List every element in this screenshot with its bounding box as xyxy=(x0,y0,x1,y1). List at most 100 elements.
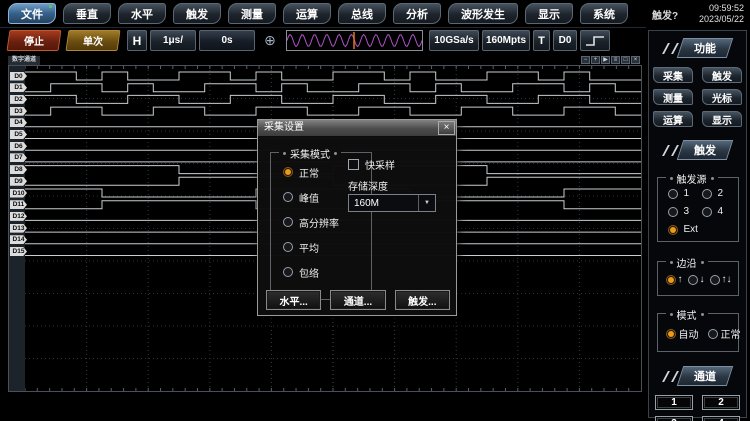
trigger-source-option-Ext[interactable]: Ext xyxy=(668,224,738,235)
radio-icon[interactable] xyxy=(283,192,293,202)
trace-D0 xyxy=(25,72,641,80)
fast-sample-checkbox[interactable] xyxy=(348,159,359,170)
window-controls: −+▶≡□× xyxy=(581,56,640,64)
slashes-icon xyxy=(662,145,679,156)
edge-option-2[interactable]: ↑↓ xyxy=(710,274,732,285)
trace-D2 xyxy=(25,95,641,103)
fast-sample-checkbox-row[interactable]: 快采样 xyxy=(348,157,395,172)
trigger-source-option-2-label: 2 xyxy=(718,188,724,199)
radio-icon[interactable] xyxy=(283,167,293,177)
zoom-icon[interactable]: ⊕ xyxy=(260,30,280,51)
radio-icon[interactable] xyxy=(668,225,678,235)
trigger-key-button[interactable]: T xyxy=(533,30,550,51)
edge-group-label: 边沿 xyxy=(666,255,708,270)
channel-button-1[interactable]: 1 xyxy=(655,395,693,410)
menu-item-6[interactable]: 总线 xyxy=(338,3,386,24)
radio-icon[interactable] xyxy=(666,329,676,339)
radio-icon[interactable] xyxy=(702,189,712,199)
trigger-source-option-4[interactable]: 4 xyxy=(702,206,736,217)
waveform-preview[interactable] xyxy=(286,30,423,51)
menu-item-7[interactable]: 分析 xyxy=(393,3,441,24)
channel-button-3[interactable]: 3 xyxy=(655,416,693,421)
sample-rate-button[interactable]: 10GSa/s xyxy=(429,30,479,51)
function-button-4[interactable]: 运算 xyxy=(653,111,693,127)
function-button-2[interactable]: 测量 xyxy=(653,89,693,105)
menu-item-5[interactable]: 运算 xyxy=(283,3,331,24)
menu-item-10[interactable]: 系统 xyxy=(580,3,628,24)
close-icon[interactable]: × xyxy=(438,121,455,135)
trigger-source-option-2[interactable]: 2 xyxy=(702,188,736,199)
radio-icon[interactable] xyxy=(283,242,293,252)
fast-sample-label: 快采样 xyxy=(365,157,395,172)
menu-item-3[interactable]: 触发 xyxy=(173,3,221,24)
single-button[interactable]: 单次 xyxy=(66,30,121,51)
menu-item-8[interactable]: 波形发生 xyxy=(448,3,518,24)
window-control-icon-0[interactable]: − xyxy=(581,56,590,64)
trigger-source-button[interactable]: D0 xyxy=(553,30,577,51)
active-led-icon xyxy=(49,5,52,8)
acquisition-settings-dialog: 采集设置 × 采集模式 正常峰值高分辨率平均包络 快采样 存储深度 160M ▼… xyxy=(257,119,457,316)
horizontal-key-button[interactable]: H xyxy=(127,30,147,51)
function-button-grid: 采集触发测量光标运算显示 xyxy=(653,67,742,127)
trigger-source-option-1[interactable]: 1 xyxy=(668,188,702,199)
function-button-5[interactable]: 显示 xyxy=(702,111,742,127)
memory-depth-button[interactable]: 160Mpts xyxy=(482,30,530,51)
trigger-mode-options: 自动正常 xyxy=(666,326,738,341)
stop-button[interactable]: 停止 xyxy=(7,30,62,51)
preview-sine-trace xyxy=(287,31,422,50)
menu-item-1[interactable]: 垂直 xyxy=(63,3,111,24)
dialog-title[interactable]: 采集设置 xyxy=(258,120,456,136)
function-button-0[interactable]: 采集 xyxy=(653,67,693,83)
trigger-edge-icon[interactable] xyxy=(580,30,610,51)
radio-icon[interactable] xyxy=(666,275,676,285)
trigger-source-option-3-label: 3 xyxy=(684,206,690,217)
radio-icon[interactable] xyxy=(702,207,712,217)
trigger-mode-option-1[interactable]: 正常 xyxy=(708,326,741,341)
menu-item-2[interactable]: 水平 xyxy=(118,3,166,24)
radio-icon[interactable] xyxy=(688,275,698,285)
trigger-source-option-3[interactable]: 3 xyxy=(668,206,702,217)
dialog-footer-button-2[interactable]: 触发... xyxy=(395,290,450,310)
mode-option-3[interactable]: 平均 xyxy=(283,241,371,253)
window-control-icon-3[interactable]: ≡ xyxy=(611,56,620,64)
chevron-down-icon: ▼ xyxy=(418,195,435,211)
memory-depth-label: 存储深度 xyxy=(348,178,388,193)
acquisition-mode-group-label: 采集模式 xyxy=(279,146,341,161)
mode-option-1-label: 峰值 xyxy=(299,190,319,205)
trigger-mode-option-0[interactable]: 自动 xyxy=(666,326,699,341)
channel-button-2[interactable]: 2 xyxy=(702,395,740,410)
radio-icon[interactable] xyxy=(283,217,293,227)
slashes-icon xyxy=(662,371,679,382)
trigger-section-button[interactable]: 触发 xyxy=(677,140,733,160)
edge-option-0[interactable]: ↑ xyxy=(666,274,683,285)
mode-option-4[interactable]: 包络 xyxy=(283,266,371,278)
radio-icon[interactable] xyxy=(708,329,718,339)
radio-icon[interactable] xyxy=(668,189,678,199)
trigger-mode-group: 模式 自动正常 xyxy=(657,313,739,352)
window-control-icon-2[interactable]: ▶ xyxy=(601,56,610,64)
oscilloscope-screen: 文件垂直水平触发测量运算总线分析波形发生显示系统 触发? 09:59:52 20… xyxy=(0,0,750,421)
menu-item-0[interactable]: 文件 xyxy=(8,3,56,24)
function-button-3[interactable]: 光标 xyxy=(702,89,742,105)
menu-item-4[interactable]: 测量 xyxy=(228,3,276,24)
mode-option-2[interactable]: 高分辨率 xyxy=(283,216,371,228)
window-control-icon-5[interactable]: × xyxy=(631,56,640,64)
dialog-footer-button-0[interactable]: 水平... xyxy=(266,290,321,310)
menu-item-9[interactable]: 显示 xyxy=(525,3,573,24)
memory-depth-dropdown[interactable]: 160M ▼ xyxy=(348,194,436,212)
radio-icon[interactable] xyxy=(283,267,293,277)
radio-icon[interactable] xyxy=(668,207,678,217)
channel-section-button[interactable]: 通道 xyxy=(677,366,733,386)
function-section-button[interactable]: 功能 xyxy=(677,38,733,58)
window-control-icon-1[interactable]: + xyxy=(591,56,600,64)
acquisition-mode-group: 采集模式 正常峰值高分辨率平均包络 xyxy=(270,152,372,300)
rising-edge-icon xyxy=(584,34,606,48)
timebase-button[interactable]: 1μs/ xyxy=(150,30,196,51)
window-control-icon-4[interactable]: □ xyxy=(621,56,630,64)
channel-button-4[interactable]: 4 xyxy=(702,416,740,421)
radio-icon[interactable] xyxy=(710,275,720,285)
function-button-1[interactable]: 触发 xyxy=(702,67,742,83)
dialog-footer-button-1[interactable]: 通道... xyxy=(330,290,385,310)
horizontal-offset-button[interactable]: 0s xyxy=(199,30,255,51)
edge-option-1[interactable]: ↓ xyxy=(688,274,705,285)
